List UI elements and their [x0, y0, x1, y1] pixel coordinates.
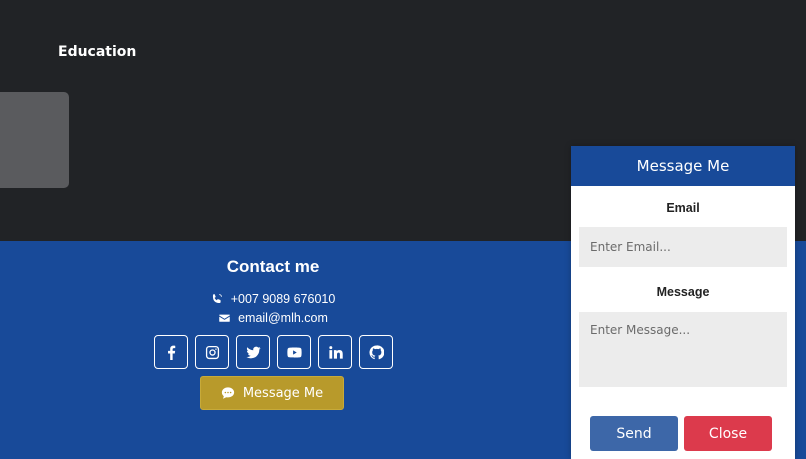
envelope-icon [218, 312, 231, 325]
education-heading: Education [58, 44, 137, 60]
instagram-icon [205, 345, 219, 359]
instagram-button[interactable] [195, 335, 229, 369]
phone-icon [211, 293, 224, 306]
youtube-button[interactable] [277, 335, 311, 369]
twitter-button[interactable] [236, 335, 270, 369]
message-label: Message [656, 285, 710, 299]
message-panel-title: Message Me [571, 146, 795, 186]
chat-icon [221, 387, 234, 399]
linkedin-icon [328, 345, 343, 359]
message-me-label: Message Me [242, 385, 324, 401]
social-links [154, 335, 393, 369]
contact-title: Contact me [226, 257, 320, 276]
facebook-icon [167, 345, 175, 360]
send-button[interactable]: Send [590, 416, 678, 451]
twitter-icon [245, 346, 261, 358]
message-me-button[interactable]: Message Me [200, 376, 344, 410]
phone-number: +007 9089 676010 [230, 292, 336, 306]
email-field[interactable] [579, 227, 787, 267]
youtube-icon [286, 346, 302, 358]
education-card[interactable] [0, 92, 69, 188]
message-panel: Message Me Email Message Send Close [571, 146, 795, 459]
linkedin-button[interactable] [318, 335, 352, 369]
contact-phone[interactable]: +007 9089 676010 [0, 292, 546, 306]
message-field[interactable] [579, 312, 787, 387]
github-icon [368, 344, 384, 359]
github-button[interactable] [359, 335, 393, 369]
contact-email[interactable]: email@mlh.com [0, 311, 546, 325]
email-address: email@mlh.com [238, 311, 328, 325]
email-label: Email [666, 201, 700, 215]
close-button[interactable]: Close [684, 416, 772, 451]
facebook-button[interactable] [154, 335, 188, 369]
